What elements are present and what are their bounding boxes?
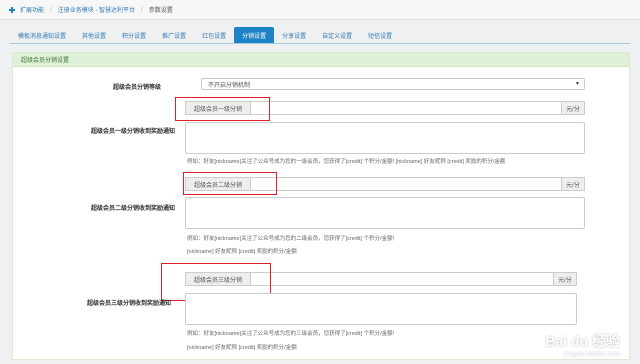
tab-promotion[interactable]: 推广设置	[154, 27, 194, 43]
level2-help-text: 例如：好友[nickname]关注了公众号成为您的二级会员，您获得了[credi…	[187, 236, 395, 242]
distribution-level-select[interactable]: 不开启分销机制 ▼	[201, 78, 585, 90]
level1-notice-textarea[interactable]	[185, 122, 585, 154]
highlight-box	[183, 172, 277, 195]
panel-title: 超级会员分销设置	[13, 53, 629, 67]
watermark-logo-text: Bai du 经验	[545, 333, 620, 349]
level2-unit: 元/分	[561, 177, 585, 191]
breadcrumb-current: 参数设置	[148, 8, 173, 14]
level3-help-text-2: [nickname] 好友昵称 [credit] 奖励的积分/金额	[187, 345, 297, 351]
level2-notice-label: 超级会员二级分销收到奖励通知	[91, 206, 176, 212]
level2-commission-input[interactable]	[251, 177, 561, 191]
level1-notice-label: 超级会员一级分销收到奖励通知	[91, 129, 176, 135]
level3-notice-textarea[interactable]	[185, 293, 577, 325]
tab-share[interactable]: 分享设置	[274, 27, 314, 43]
breadcrumb-item[interactable]: 注册业务模块 - 智慧达利平台	[58, 5, 135, 14]
breadcrumb-item[interactable]: 扩展功能	[20, 5, 44, 14]
tab-red-packet[interactable]: 红包设置	[194, 27, 234, 43]
tab-distribution[interactable]: 分销设置	[234, 27, 275, 43]
level1-commission-input[interactable]	[251, 101, 561, 115]
tabs-divider	[10, 43, 630, 44]
tab-other[interactable]: 其他设置	[74, 27, 114, 43]
breadcrumb-separator: /	[50, 6, 52, 13]
level3-commission-input[interactable]	[251, 272, 553, 286]
extension-icon	[8, 6, 16, 14]
highlight-box	[175, 97, 270, 121]
level3-unit: 元/分	[553, 272, 577, 286]
distribution-panel: 超级会员分销设置 超级会员分销等级 不开启分销机制 ▼ 超级会员一级分销 元/分…	[12, 52, 630, 360]
baidu-jingyan-watermark: Bai du 经验 jingyan.baidu.com	[545, 331, 620, 358]
level1-help-text: 例如：好友[nickname]关注了公众号成为您的一级会员，您获得了[credi…	[187, 159, 506, 165]
tab-custom[interactable]: 自定义设置	[314, 27, 360, 43]
breadcrumb-separator: /	[141, 6, 143, 13]
tab-sms[interactable]: 短信设置	[360, 27, 400, 43]
level3-help-text: 例如：好友[nickname]关注了公众号成为您的三级会员，您获得了[credi…	[187, 331, 395, 337]
level2-notice-textarea[interactable]	[185, 197, 585, 229]
tab-template-notice[interactable]: 模板消息通知设置	[10, 27, 74, 43]
caret-down-icon: ▼	[575, 81, 580, 87]
breadcrumb: 扩展功能 / 注册业务模块 - 智慧达利平台 / 参数设置	[0, 0, 640, 20]
level2-help-text-2: [nickname] 好友昵称 [credit] 奖励的积分/金额	[187, 249, 297, 255]
tab-points[interactable]: 积分设置	[114, 27, 154, 43]
watermark-url: jingyan.baidu.com	[563, 351, 620, 358]
level1-unit: 元/分	[561, 101, 585, 115]
select-value: 不开启分销机制	[208, 82, 251, 89]
level3-notice-label: 超级会员三级分销收到奖励通知	[87, 301, 172, 307]
level-label: 超级会员分销等级	[113, 85, 162, 91]
settings-tabs: 模板消息通知设置 其他设置 积分设置 推广设置 红包设置 分销设置 分享设置 自…	[10, 27, 400, 43]
